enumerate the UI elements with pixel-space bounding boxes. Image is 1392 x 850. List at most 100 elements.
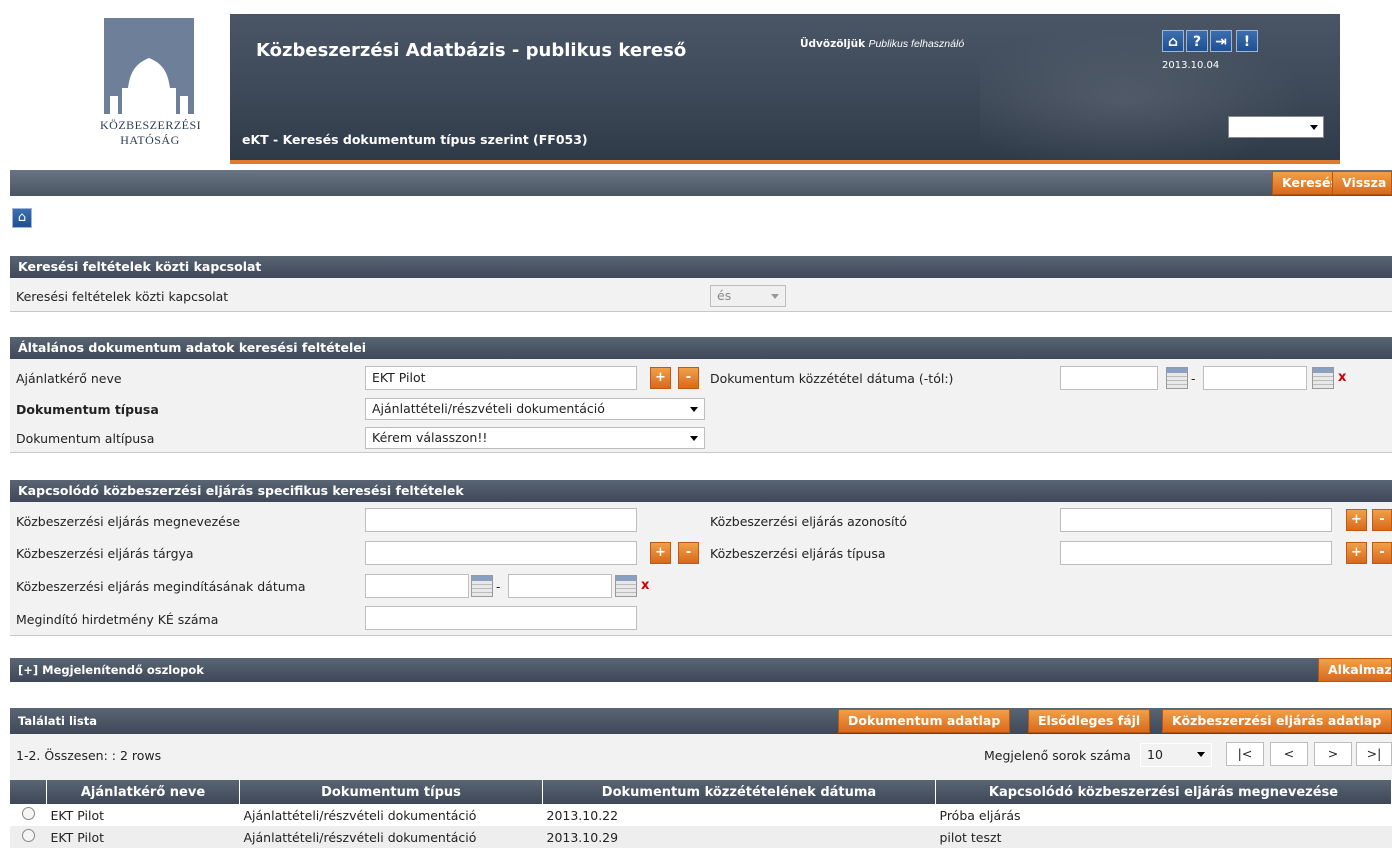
row-select-cell <box>10 804 47 826</box>
calendar-icon[interactable] <box>1312 367 1334 389</box>
column-header[interactable]: Dokumentum közzétételének dátuma <box>542 780 936 804</box>
procedure-type-label: Közbeszerzési eljárás típusa <box>710 546 886 561</box>
start-date-to-input[interactable] <box>508 574 612 598</box>
last-page-button[interactable]: >| <box>1356 742 1392 766</box>
notice-number-input[interactable] <box>365 606 637 630</box>
page-subtitle: eKT - Keresés dokumentum típus szerint (… <box>242 132 588 147</box>
document-subtype-value: Kérem válasszon!! <box>372 430 488 445</box>
calendar-icon[interactable] <box>471 575 493 597</box>
column-header[interactable]: Ajánlatkérő neve <box>46 780 240 804</box>
apply-columns-button[interactable]: Alkalmaz <box>1318 658 1392 682</box>
procedure-type-input[interactable] <box>1060 541 1332 565</box>
document-type-label: Dokumentum típusa <box>16 402 159 417</box>
table-header-row: Ajánlatkérő neve Dokumentum típus Dokume… <box>10 780 1392 804</box>
row-radio[interactable] <box>21 807 35 820</box>
contracting-authority-input[interactable]: EKT Pilot <box>365 366 637 390</box>
clear-date-icon[interactable]: x <box>1338 370 1346 385</box>
row-radio[interactable] <box>21 829 35 842</box>
document-subtype-select[interactable]: Kérem válasszon!! <box>365 427 705 449</box>
alert-icon[interactable]: ! <box>1236 30 1258 52</box>
column-header-select <box>10 780 47 804</box>
section-title-procedure: Kapcsolódó közbeszerzési eljárás specifi… <box>10 480 1392 502</box>
relation-select[interactable]: és <box>710 285 786 307</box>
document-subtype-label: Dokumentum altípusa <box>16 431 155 446</box>
publication-date-from-input[interactable] <box>1060 366 1158 390</box>
table-row[interactable]: EKT Pilot Ajánlattételi/részvételi dokum… <box>10 804 1392 826</box>
next-page-button[interactable]: > <box>1314 742 1352 766</box>
add-button[interactable]: + <box>650 542 671 564</box>
publication-date-to-input[interactable] <box>1203 366 1307 390</box>
table-cell: EKT Pilot <box>46 826 240 848</box>
welcome-text: Üdvözöljük Publikus felhasználó <box>800 38 964 50</box>
remove-button[interactable]: - <box>678 367 699 389</box>
section-general: Ajánlatkérő neve EKT Pilot + - Dokumentu… <box>10 359 1392 453</box>
rows-per-page-select[interactable]: 10 <box>1140 743 1212 767</box>
document-type-select[interactable]: Ajánlattételi/részvételi dokumentáció <box>365 398 705 420</box>
chevron-down-icon <box>690 407 698 412</box>
add-button[interactable]: + <box>1346 509 1367 531</box>
table-cell: EKT Pilot <box>50 807 105 823</box>
relation-select-value: és <box>717 288 732 303</box>
current-date: 2013.10.04 <box>1162 60 1220 71</box>
table-row[interactable]: EKT Pilot Ajánlattételi/részvételi dokum… <box>10 826 1392 848</box>
help-icon[interactable]: ? <box>1186 30 1208 52</box>
table-cell: pilot teszt <box>935 826 1392 848</box>
section-title-general: Általános dokumentum adatok keresési fel… <box>10 337 1392 359</box>
procedure-name-input[interactable] <box>365 508 637 532</box>
procedure-id-label: Közbeszerzési eljárás azonosító <box>710 514 908 529</box>
welcome-user: Publikus felhasználó <box>868 38 965 50</box>
welcome-label: Üdvözöljük <box>800 38 866 50</box>
procedure-datasheet-button[interactable]: Közbeszerzési eljárás adatlap <box>1162 709 1392 733</box>
logo-line2: HATÓSÁG <box>120 133 180 147</box>
publication-date-label: Dokumentum közzététel dátuma (-tól:) <box>710 371 954 386</box>
procedure-start-date-label: Közbeszerzési eljárás megindításának dát… <box>16 579 306 594</box>
column-header[interactable]: Dokumentum típus <box>239 780 543 804</box>
remove-button[interactable]: - <box>1372 542 1392 564</box>
calendar-icon[interactable] <box>615 575 637 597</box>
section-relation: Keresési feltételek közti kapcsolat és <box>10 278 1392 312</box>
home-icon[interactable]: ⌂ <box>12 208 32 228</box>
add-button[interactable]: + <box>1346 542 1367 564</box>
results-table: Ajánlatkérő neve Dokumentum típus Dokume… <box>10 780 1392 848</box>
section-procedure: Közbeszerzési eljárás megnevezése Közbes… <box>10 502 1392 636</box>
language-select[interactable] <box>1228 116 1324 138</box>
procedure-subject-input[interactable] <box>365 541 637 565</box>
table-cell: 2013.10.29 <box>542 826 936 848</box>
chevron-down-icon <box>771 294 779 299</box>
clear-date-icon[interactable]: x <box>641 578 649 593</box>
start-date-from-input[interactable] <box>365 574 469 598</box>
logout-icon[interactable]: ⇥ <box>1210 30 1232 52</box>
remove-button[interactable]: - <box>678 542 699 564</box>
section-title-relation: Keresési feltételek közti kapcsolat <box>10 256 1392 278</box>
home-icon[interactable]: ⌂ <box>1162 30 1184 52</box>
dome-logo-icon <box>104 18 194 114</box>
row-select-cell <box>10 826 47 848</box>
banner-accent-line <box>230 160 1340 164</box>
remove-button[interactable]: - <box>1372 509 1392 531</box>
notice-number-label: Megindító hirdetmény KÉ száma <box>16 612 219 627</box>
calendar-icon[interactable] <box>1166 367 1188 389</box>
table-cell: Próba eljárás <box>939 807 1021 823</box>
rows-per-page-value: 10 <box>1147 747 1163 762</box>
prev-page-button[interactable]: < <box>1270 742 1308 766</box>
column-header[interactable]: Kapcsolódó közbeszerzési eljárás megneve… <box>935 780 1392 804</box>
procedure-subject-label: Közbeszerzési eljárás tárgya <box>16 546 194 561</box>
document-datasheet-button[interactable]: Dokumentum adatlap <box>838 709 1011 733</box>
table-cell: Ajánlattételi/részvételi dokumentáció <box>243 807 477 823</box>
add-button[interactable]: + <box>650 367 671 389</box>
back-button[interactable]: Vissza <box>1332 171 1392 195</box>
logo: KÖZBESZERZÉSI HATÓSÁG <box>0 0 230 170</box>
primary-file-button[interactable]: Elsődleges fájl <box>1028 709 1151 733</box>
chevron-down-icon <box>1197 752 1205 757</box>
app-title: Közbeszerzési Adatbázis - publikus keres… <box>256 40 687 61</box>
table-cell: Ajánlattételi/részvételi dokumentáció <box>239 826 543 848</box>
document-type-value: Ajánlattételi/részvételi dokumentáció <box>372 401 605 416</box>
rows-per-page-label: Megjelenő sorok száma <box>984 748 1131 763</box>
columns-panel-toggle[interactable]: [+] Megjelenítendő oszlopok <box>10 658 1392 682</box>
procedure-id-input[interactable] <box>1060 508 1332 532</box>
date-range-separator: - <box>1191 371 1196 386</box>
contracting-authority-label: Ajánlatkérő neve <box>16 371 122 386</box>
date-range-separator: - <box>496 579 501 594</box>
relation-label: Keresési feltételek közti kapcsolat <box>16 289 229 304</box>
first-page-button[interactable]: |< <box>1226 742 1264 766</box>
